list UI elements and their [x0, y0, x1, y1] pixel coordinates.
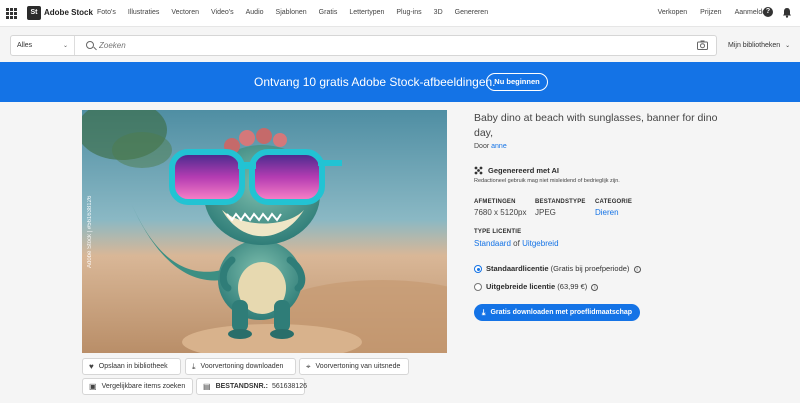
- category-label: CATEGORIE: [595, 199, 633, 205]
- baby-dino-illustration: [82, 110, 447, 353]
- nav-item-vectors[interactable]: Vectoren: [171, 9, 199, 16]
- author-line: Door anne: [474, 143, 507, 150]
- info-icon[interactable]: i: [633, 265, 641, 273]
- notifications-bell-icon[interactable]: [782, 7, 792, 18]
- free-download-label: Gratis downloaden met proeflidmaatschap: [490, 309, 633, 316]
- chevron-down-icon: ⌄: [785, 43, 791, 49]
- category-link[interactable]: Dieren: [595, 208, 619, 217]
- ai-generated-icon: [474, 166, 483, 175]
- nav-item-fonts[interactable]: Lettertypen: [349, 9, 384, 16]
- promo-banner: Ontvang 10 gratis Adobe Stock-afbeelding…: [0, 62, 800, 102]
- search-box: Alles ⌄: [10, 35, 717, 56]
- nav-item-pricing[interactable]: Prijzen: [700, 9, 721, 16]
- free-download-trial-button[interactable]: ⤓ Gratis downloaden met proeflidmaatscha…: [474, 304, 640, 321]
- nav-item-templates[interactable]: Sjablonen: [276, 9, 307, 16]
- crop-icon: ⌖: [306, 361, 311, 371]
- brand-name[interactable]: Adobe Stock: [44, 8, 93, 17]
- nav-item-generate[interactable]: Genereren: [455, 9, 488, 16]
- dimensions-value: 7680 x 5120px: [474, 208, 527, 217]
- nav-item-sell[interactable]: Verkopen: [658, 9, 688, 16]
- help-icon[interactable]: ?: [763, 7, 773, 17]
- promo-text: Ontvang 10 gratis Adobe Stock-afbeelding…: [254, 75, 496, 89]
- nav-item-audio[interactable]: Audio: [246, 9, 264, 16]
- license-or-text: of: [513, 239, 520, 248]
- save-to-library-label: Opslaan in bibliotheek: [98, 363, 168, 370]
- by-label: Door: [474, 143, 490, 150]
- author-link[interactable]: anne: [491, 143, 507, 150]
- watermark-text: Adobe Stock | #561638126: [87, 195, 93, 268]
- download-icon: ⤓: [192, 361, 196, 371]
- file-icon: ▤: [203, 382, 211, 391]
- info-icon[interactable]: i: [591, 283, 599, 291]
- standard-license-radio[interactable]: [474, 265, 482, 273]
- top-navigation-bar: St Adobe Stock Foto's Illustraties Vecto…: [0, 0, 800, 27]
- ai-generated-title: Gegenereerd met AI: [488, 166, 559, 175]
- search-bar: Alles ⌄ Mijn bibliotheken ⌄: [0, 28, 800, 62]
- main-nav: Foto's Illustraties Vectoren Video's Aud…: [97, 9, 500, 16]
- filetype-value: JPEG: [535, 208, 556, 217]
- extended-license-link[interactable]: Uitgebreid: [522, 239, 558, 248]
- heart-icon: ♥: [89, 362, 94, 371]
- extended-license-note: (63,99 €): [557, 282, 588, 291]
- standard-license-name: Standaardlicentie: [486, 264, 549, 273]
- extended-license-option[interactable]: Uitgebreide licentie (63,99 €) i: [486, 282, 599, 291]
- extended-license-radio[interactable]: [474, 283, 482, 291]
- asset-preview-image[interactable]: [82, 110, 447, 353]
- nav-item-plugins[interactable]: Plug-ins: [396, 9, 421, 16]
- filetype-label: BESTANDSTYPE: [535, 199, 586, 205]
- download-preview-label: Voorvertoning downloaden: [200, 363, 284, 370]
- find-similar-button[interactable]: ▣ Vergelijkbare items zoeken: [82, 378, 193, 395]
- search-input[interactable]: [99, 39, 689, 52]
- app-grid-icon[interactable]: [6, 8, 17, 19]
- nav-item-3d[interactable]: 3D: [434, 9, 443, 16]
- file-number-button[interactable]: ▤ BESTANDSNR.: 561638126: [196, 378, 307, 395]
- asset-title: Baby dino at beach with sunglasses, bann…: [474, 112, 718, 139]
- crop-preview-label: Voorvertoning van uitsnede: [315, 363, 401, 370]
- content-type-filter[interactable]: Alles ⌄: [11, 36, 75, 55]
- ai-editorial-note: Redactioneel gebruik mag niet misleidend…: [474, 178, 620, 184]
- account-nav: Verkopen Prijzen Aanmelden: [645, 9, 770, 16]
- chevron-down-icon: ⌄: [62, 43, 68, 49]
- crop-preview-button[interactable]: ⌖ Voorvertoning van uitsnede: [299, 358, 409, 375]
- license-type-label: TYPE LICENTIE: [474, 229, 522, 235]
- save-to-library-button[interactable]: ♥ Opslaan in bibliotheek: [82, 358, 181, 375]
- adobe-stock-logo-icon[interactable]: St: [27, 6, 41, 20]
- download-preview-button[interactable]: ⤓ Voorvertoning downloaden: [185, 358, 296, 375]
- nav-item-illustrations[interactable]: Illustraties: [128, 9, 160, 16]
- license-type-line: Standaard of Uitgebreid: [474, 239, 559, 248]
- standard-license-note: (Gratis bij proefperiode): [550, 264, 630, 273]
- download-icon: ⤓: [481, 307, 486, 317]
- libraries-label: Mijn bibliotheken: [728, 42, 781, 49]
- standard-license-option[interactable]: Standaardlicentie (Gratis bij proefperio…: [486, 264, 641, 273]
- my-libraries-button[interactable]: Mijn bibliotheken ⌄: [728, 42, 790, 49]
- nav-item-free[interactable]: Gratis: [319, 9, 338, 16]
- nav-item-photos[interactable]: Foto's: [97, 9, 116, 16]
- nav-item-videos[interactable]: Video's: [211, 9, 234, 16]
- image-stack-icon: ▣: [89, 382, 97, 391]
- extended-license-name: Uitgebreide licentie: [486, 282, 556, 291]
- file-number-value: 561638126: [271, 383, 307, 390]
- start-now-button[interactable]: Nu beginnen: [486, 73, 548, 91]
- standard-license-link[interactable]: Standaard: [474, 239, 511, 248]
- find-similar-label: Vergelijkbare items zoeken: [101, 383, 186, 390]
- file-number-label: BESTANDSNR.:: [215, 383, 268, 390]
- filter-value: Alles: [17, 42, 33, 49]
- search-icon: [86, 41, 94, 49]
- visual-search-camera-icon[interactable]: [697, 40, 708, 50]
- dimensions-label: AFMETINGEN: [474, 199, 516, 205]
